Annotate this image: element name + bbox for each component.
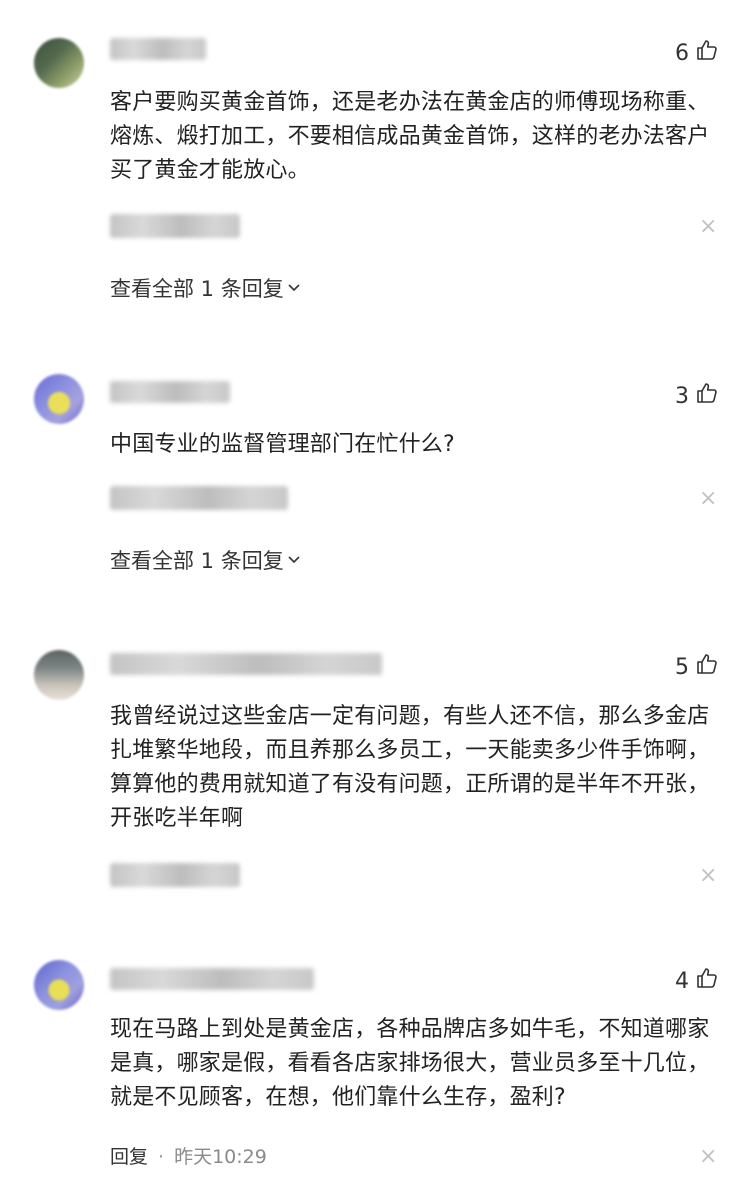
close-icon[interactable]: × — [699, 216, 717, 238]
username[interactable]: ████████ — [110, 381, 230, 403]
view-all-label: 查看全部 1 条回复 — [110, 549, 284, 573]
username[interactable]: ████████████ — [110, 968, 314, 990]
close-icon[interactable]: × — [699, 865, 717, 887]
thumbs-up-icon — [695, 966, 719, 996]
view-all-replies[interactable]: 查看全部 1 条回复 — [110, 545, 302, 575]
chevron-down-icon — [286, 548, 302, 572]
like-button[interactable]: 6 — [675, 38, 719, 68]
view-all-replies[interactable]: 查看全部 1 条回复 — [110, 273, 302, 303]
like-button[interactable]: 3 — [675, 381, 719, 411]
reply-button[interactable]: 回复 — [110, 1146, 148, 1168]
avatar[interactable] — [34, 650, 84, 700]
username[interactable]: ██████ — [110, 38, 206, 60]
chevron-down-icon — [286, 276, 302, 300]
like-count: 6 — [675, 40, 689, 66]
avatar[interactable] — [34, 38, 84, 88]
view-all-label: 查看全部 1 条回复 — [110, 277, 284, 301]
avatar[interactable] — [34, 960, 84, 1010]
close-icon[interactable]: × — [699, 488, 717, 510]
comment-time: 昨天10:29 — [174, 1146, 267, 1168]
comment-meta: 回复 · 昨天10:29 — [110, 1142, 267, 1169]
comment-text: 客户要购买黄金首饰，还是老办法在黄金店的师傅现场称重、熔炼、煅打加工，不要相信成… — [110, 90, 710, 183]
comment-meta — [110, 863, 240, 887]
like-count: 3 — [675, 383, 689, 409]
thumbs-up-icon — [695, 652, 719, 682]
comment-meta — [110, 214, 240, 238]
thumbs-up-icon — [695, 38, 719, 68]
meta-separator: · — [158, 1146, 165, 1168]
close-icon[interactable]: × — [699, 1146, 717, 1168]
comment-meta — [110, 486, 288, 510]
comment-text: 我曾经说过这些金店一定有问题，有些人还不信，那么多金店扎堆繁华地段，而且养那么多… — [110, 704, 710, 831]
like-button[interactable]: 4 — [675, 966, 719, 996]
avatar[interactable] — [34, 374, 84, 424]
like-count: 5 — [675, 654, 689, 680]
username[interactable]: ████████████████ — [110, 653, 382, 675]
thumbs-up-icon — [695, 381, 719, 411]
comment-text: 现在马路上到处是黄金店，各种品牌店多如牛毛，不知道哪家是真，哪家是假，看看各店家… — [110, 1017, 710, 1110]
like-count: 4 — [675, 968, 689, 994]
like-button[interactable]: 5 — [675, 652, 719, 682]
comment-text: 中国专业的监督管理部门在忙什么? — [110, 432, 455, 457]
